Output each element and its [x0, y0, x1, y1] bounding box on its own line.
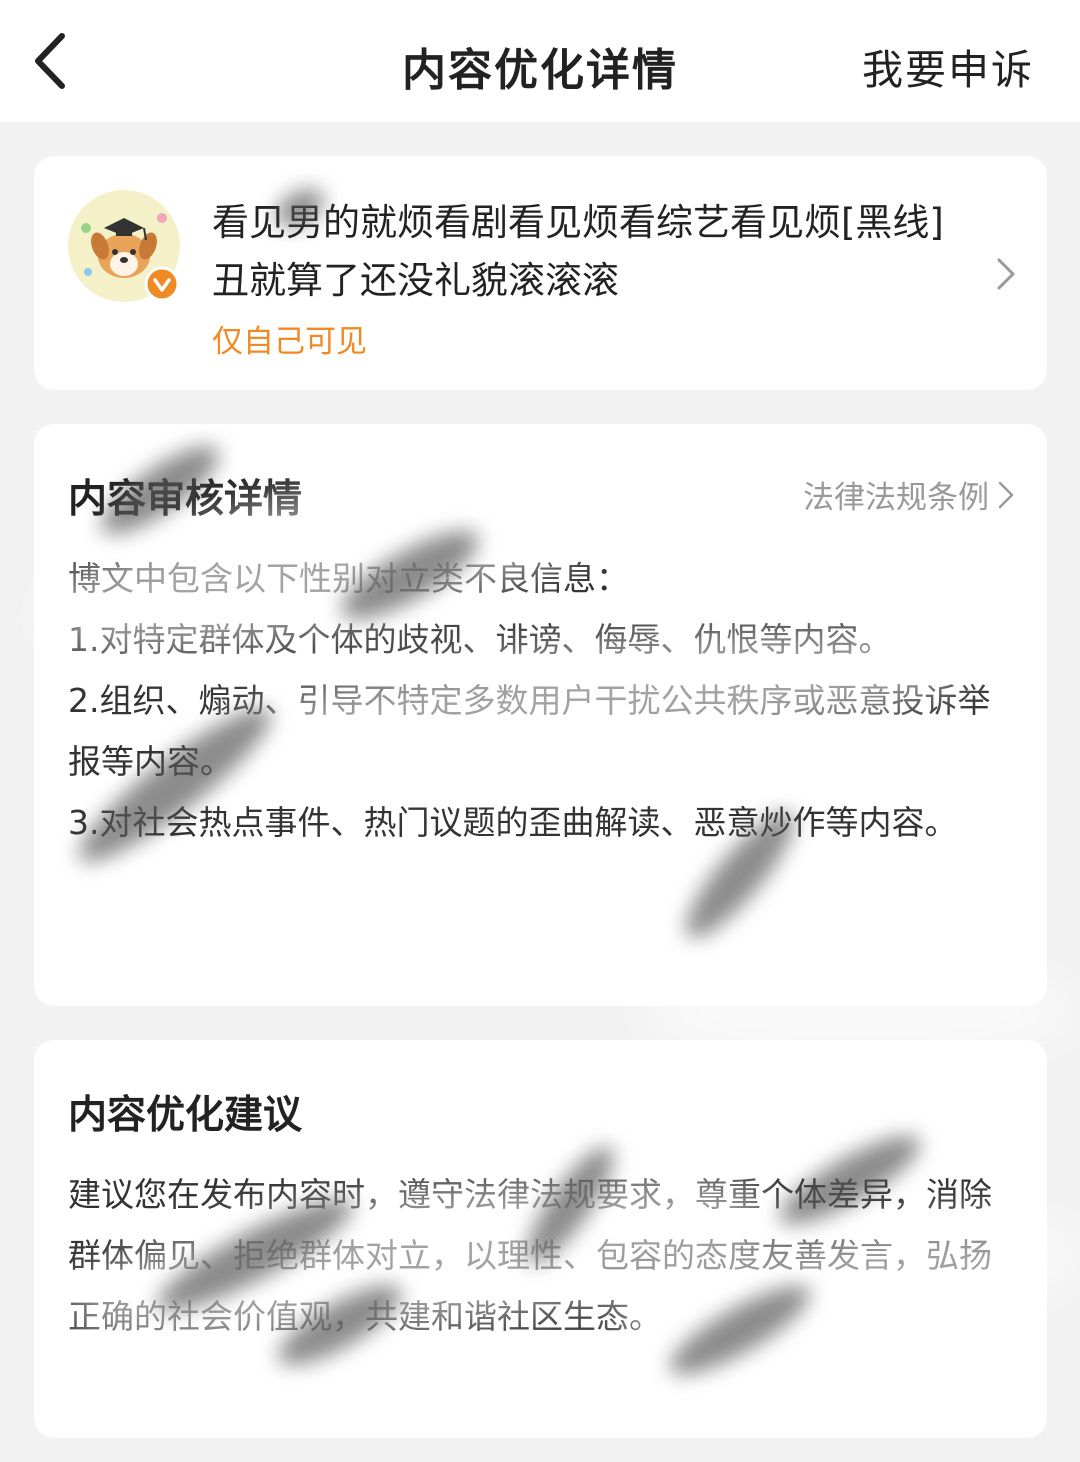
review-body: 博文中包含以下性别对立类不良信息： 1.对特定群体及个体的歧视、诽谤、侮辱、仇恨… — [68, 548, 1008, 853]
review-intro: 博文中包含以下性别对立类不良信息： — [68, 559, 629, 598]
law-regulations-link[interactable]: 法律法规条例 — [803, 472, 1015, 517]
post-open-arrow[interactable] — [995, 256, 1017, 292]
verified-badge-icon — [144, 266, 180, 302]
law-link-label: 法律法规条例 — [803, 480, 989, 516]
appeal-button[interactable]: 我要申诉 — [862, 36, 1034, 96]
review-details-card: 内容审核详情 法律法规条例 博文中包含以下性别对立类不良信息： 1.对特定群体及… — [34, 424, 1047, 1006]
post-text: 看见男的就烦看剧看见烦看综艺看见烦[黑线]丑就算了还没礼貌滚滚滚 — [212, 201, 944, 302]
visibility-label: 仅自己可见 — [212, 324, 367, 360]
top-bar: 内容优化详情 我要申诉 — [0, 0, 1080, 122]
suggestion-body: 建议您在发布内容时，遵守法律法规要求，尊重个体差异，消除群体偏见、拒绝群体对立，… — [68, 1175, 992, 1336]
chevron-left-icon — [35, 33, 65, 89]
chevron-right-icon — [997, 258, 1015, 290]
avatar — [66, 188, 182, 304]
optimization-suggestion-card: 内容优化建议 建议您在发布内容时，遵守法律法规要求，尊重个体差异，消除群体偏见、… — [34, 1040, 1047, 1438]
review-item: 1.对特定群体及个体的歧视、诽谤、侮辱、仇恨等内容。 — [68, 620, 892, 659]
review-item: 2.组织、煽动、引导不特定多数用户干扰公共秩序或恶意投诉举报等内容。 — [68, 681, 991, 781]
review-item: 3.对社会热点事件、热门议题的歪曲解读、恶意炒作等内容。 — [68, 803, 958, 842]
back-button[interactable] — [28, 30, 76, 92]
review-section-title: 内容审核详情 — [68, 477, 303, 522]
post-card[interactable]: 看见男的就烦看剧看见烦看综艺看见烦[黑线]丑就算了还没礼貌滚滚滚 仅自己可见 — [34, 156, 1047, 390]
suggestion-section-title: 内容优化建议 — [68, 1093, 303, 1138]
chevron-right-icon — [998, 481, 1014, 508]
